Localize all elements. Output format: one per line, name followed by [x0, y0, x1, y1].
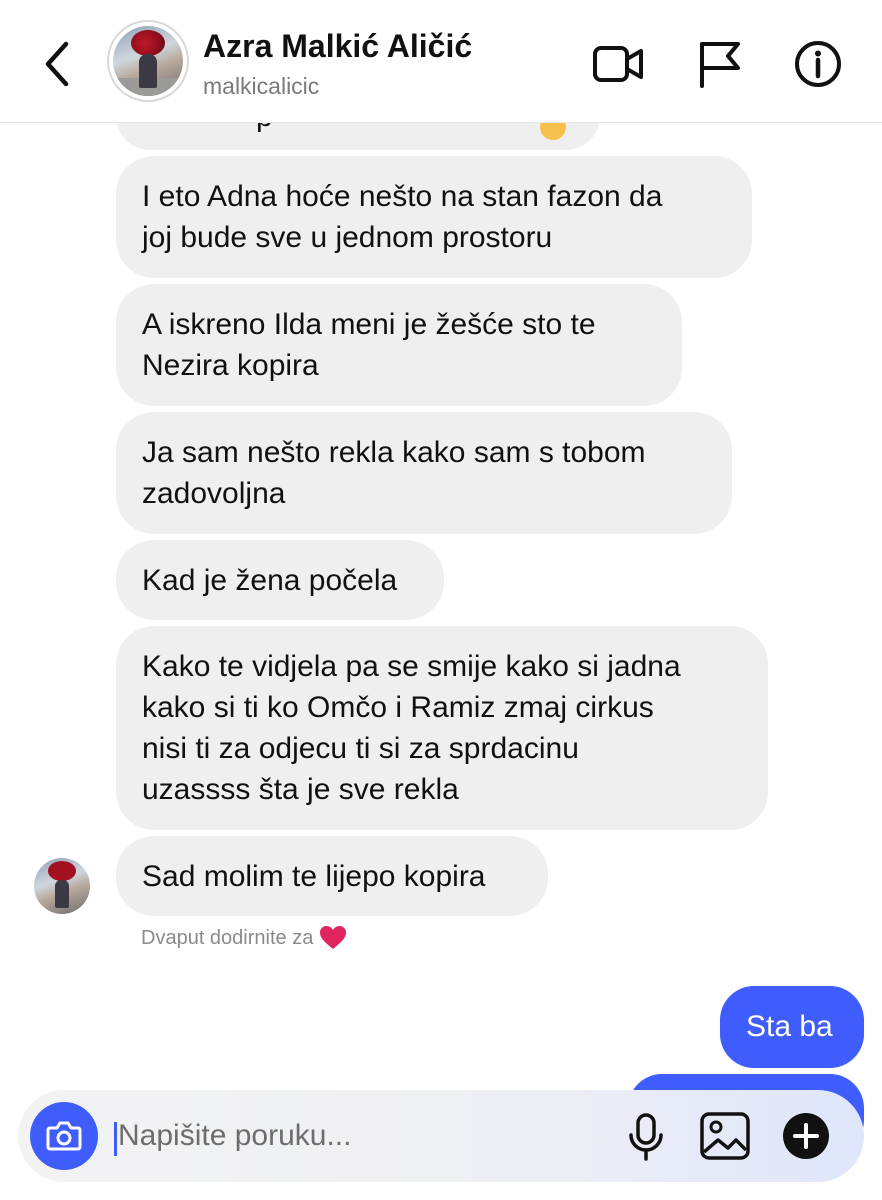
heart-icon: [320, 926, 347, 949]
microphone-icon[interactable]: [624, 1112, 668, 1162]
contact-handle[interactable]: malkicalicic: [203, 73, 319, 100]
avatar-photo: [113, 26, 183, 96]
partial-text: p: [256, 122, 273, 137]
message-bubble-partial[interactable]: p: [116, 122, 600, 150]
my-message-text: Sta ba: [746, 1010, 833, 1043]
text-caret: [114, 1122, 117, 1156]
emoji-icon: [540, 122, 566, 140]
double-tap-hint: Dvaput dodirnite za: [141, 925, 347, 951]
contact-small-avatar[interactable]: [34, 858, 90, 914]
camera-button[interactable]: [30, 1102, 98, 1170]
chat-header: Azra Malkić Aličić malkicalicic: [0, 0, 882, 123]
contact-avatar[interactable]: [107, 20, 189, 102]
gallery-image-icon[interactable]: [698, 1110, 752, 1162]
double-tap-hint-text: Dvaput dodirnite za: [141, 926, 314, 949]
message-bubble[interactable]: Kad je žena počela: [116, 540, 444, 620]
message-thread[interactable]: p I eto Adna hoće nešto na stan fazon da…: [0, 122, 882, 1200]
message-input[interactable]: [118, 1114, 598, 1158]
message-bubble[interactable]: I eto Adna hoće nešto na stan fazon da j…: [116, 156, 752, 278]
message-composer: [18, 1090, 864, 1182]
contact-name[interactable]: Azra Malkić Aličić: [203, 28, 472, 65]
my-message-bubble[interactable]: Sta ba: [720, 986, 864, 1068]
add-plus-icon[interactable]: [782, 1112, 830, 1160]
message-bubble[interactable]: Kako te vidjela pa se smije kako si jadn…: [116, 626, 768, 830]
message-bubble[interactable]: Ja sam nešto rekla kako sam s tobom zado…: [116, 412, 732, 534]
video-camera-icon[interactable]: [592, 40, 644, 88]
bottom-edge: [0, 1192, 882, 1200]
message-bubble[interactable]: Sad molim te lijepo kopira: [116, 836, 548, 916]
back-chevron-icon[interactable]: [36, 38, 80, 90]
camera-icon: [46, 1121, 82, 1151]
message-bubble[interactable]: A iskreno Ilda meni je žešće sto te Nezi…: [116, 284, 682, 406]
flag-icon[interactable]: [694, 40, 746, 88]
info-icon[interactable]: [792, 40, 844, 88]
